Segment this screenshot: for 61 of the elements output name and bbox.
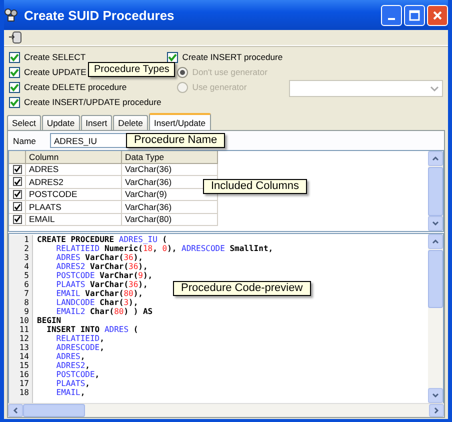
name-label: Name xyxy=(13,136,36,146)
code-line: PLAATS, xyxy=(55,379,90,388)
line-number: 4 xyxy=(23,262,29,271)
table-cell: VarChar(36) xyxy=(122,201,218,214)
callout-tooltip: Procedure Name xyxy=(126,133,226,148)
callout-tooltip: Procedure Code-preview xyxy=(173,281,311,296)
line-number: 11 xyxy=(18,325,29,334)
table-cell: VarChar(80) xyxy=(122,214,218,226)
window-title: Create SUID Procedures xyxy=(24,8,176,22)
code-line: EMAIL2 Char(80) ) AS xyxy=(55,307,153,316)
code-line: ADRESCODE, xyxy=(55,343,104,352)
line-number: 12 xyxy=(18,334,29,343)
line-number: 3 xyxy=(23,253,29,262)
line-number: 8 xyxy=(23,298,29,307)
code-line: RELATIEID, xyxy=(55,334,104,343)
table-cell: ADRES2 xyxy=(26,176,122,188)
code-line: ADRES2 VarChar(36), xyxy=(55,262,148,271)
line-number: 6 xyxy=(23,280,29,289)
table-cell: PLAATS xyxy=(26,201,122,214)
column-header: Data Type xyxy=(122,151,218,164)
line-number: 9 xyxy=(23,307,29,316)
callout-tooltip: Included Columns xyxy=(203,179,308,194)
column-header: Column xyxy=(26,151,122,164)
tab[interactable]: Insert/Update xyxy=(148,113,211,130)
option-checkbox[interactable]: Create UPDATE xyxy=(9,65,86,79)
line-number: 15 xyxy=(18,361,29,370)
tab[interactable]: Select xyxy=(7,115,41,130)
line-number: 18 xyxy=(18,388,29,397)
option-checkbox[interactable]: Create INSERT/UPDATE procedure xyxy=(9,95,162,109)
table-cell: EMAIL xyxy=(26,214,122,226)
line-number: 10 xyxy=(18,316,29,325)
tab[interactable]: Update xyxy=(42,115,80,130)
line-number: 13 xyxy=(18,343,29,352)
table-cell: POSTCODE xyxy=(26,188,122,201)
option-checkbox[interactable]: Create SELECT xyxy=(9,50,86,64)
line-number: 1 xyxy=(23,235,29,244)
callout-tooltip: Procedure Types xyxy=(88,62,176,77)
code-line: POSTCODE, xyxy=(55,370,100,379)
tab[interactable]: Delete xyxy=(113,115,148,130)
code-line: PLAATS VarChar(36), xyxy=(55,280,148,289)
code-line: LANDCODE Char(3), xyxy=(55,298,138,307)
line-number: 17 xyxy=(18,379,29,388)
code-line: ADRES, xyxy=(55,352,86,361)
line-number: 16 xyxy=(18,370,29,379)
code-line: INSERT INTO ADRES ( xyxy=(46,325,138,334)
code-line: CREATE PROCEDURE ADRES_IU ( xyxy=(37,235,168,244)
tab[interactable]: Insert xyxy=(80,115,112,130)
line-number: 14 xyxy=(18,352,29,361)
code-line: ADRES2, xyxy=(55,361,90,370)
line-number: 5 xyxy=(23,271,29,280)
code-line: EMAIL, xyxy=(55,388,86,397)
code-line: ADRES VarChar(36), xyxy=(55,253,143,262)
code-line: BEGIN xyxy=(37,316,62,325)
code-line: EMAIL VarChar(80), xyxy=(55,289,143,298)
table-cell: VarChar(36) xyxy=(122,164,218,176)
code-line: POSTCODE VarChar(9), xyxy=(55,271,153,280)
table-cell: ADRES xyxy=(26,164,122,176)
line-number: 7 xyxy=(23,289,29,298)
line-number: 2 xyxy=(23,244,29,253)
option-checkbox[interactable]: Create DELETE procedure xyxy=(9,80,127,94)
code-line: RELATIEID Numeric(18, 0), ADRESCODE SmallInt, xyxy=(55,244,274,253)
